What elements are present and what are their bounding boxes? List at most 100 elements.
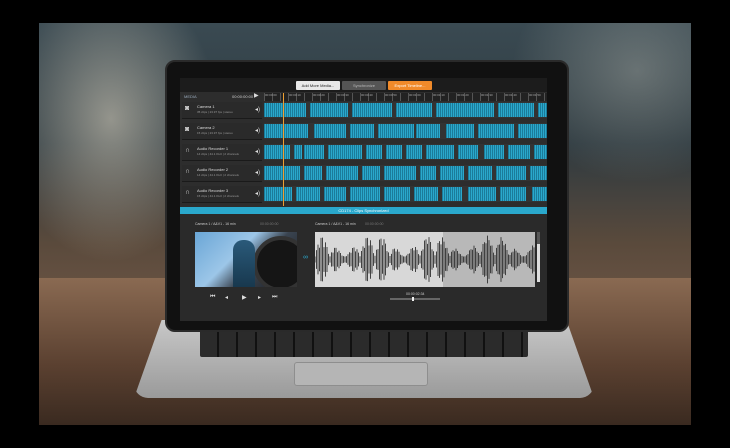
link-icon[interactable]: ∞ — [303, 254, 308, 261]
headphones-icon: ∩ — [185, 189, 191, 196]
media-header: MEDIA 00:00:00:00 ▶ — [182, 93, 260, 101]
media-clip[interactable] — [386, 145, 402, 159]
media-clip[interactable] — [350, 124, 374, 138]
media-clip[interactable] — [264, 103, 306, 117]
media-clip[interactable] — [264, 145, 290, 159]
ruler-tick-label: 00:00:00 — [265, 93, 277, 97]
media-clip[interactable] — [328, 145, 362, 159]
media-clip[interactable] — [530, 166, 547, 180]
ruler-tick-label: 00:00:30 — [337, 93, 349, 97]
volume-icon[interactable]: ◂) — [255, 169, 260, 176]
media-clip[interactable] — [304, 166, 322, 180]
media-clip[interactable] — [508, 145, 530, 159]
track-info: 35 clips | 23.97 fps | stereo — [197, 110, 233, 114]
right-viewer-timecode: 00:00:00:00 — [365, 222, 384, 226]
waveform-path — [315, 235, 535, 284]
media-clip[interactable] — [314, 124, 346, 138]
play-button-icon[interactable]: ▶ — [242, 294, 247, 301]
ruler-tick-label: 00:00:10 — [289, 93, 301, 97]
person-image — [233, 240, 255, 287]
media-clip[interactable] — [442, 187, 462, 201]
timeline-playhead[interactable] — [283, 93, 284, 206]
media-clip[interactable] — [294, 145, 302, 159]
scrub-bar[interactable] — [390, 297, 440, 301]
skip-forward-icon[interactable]: ⏭ — [272, 294, 277, 301]
track-info: 14 clips | 44.1 KHz | 2 channels — [197, 173, 239, 177]
waveform-view[interactable] — [315, 232, 535, 287]
tire-image — [253, 236, 297, 287]
track-lane[interactable] — [264, 144, 547, 160]
volume-icon[interactable]: ◂) — [255, 127, 260, 134]
timeline-ruler[interactable]: 00:00:00 00:00:10 00:00:20 00:00:30 00:00:40… — [264, 93, 547, 101]
ruler-tick-label: 00:01:20 — [457, 93, 469, 97]
scrub-handle[interactable] — [412, 297, 414, 301]
track-name: Camera 1 — [197, 104, 215, 109]
media-clip[interactable] — [518, 124, 547, 138]
sync-status-bar: CD174 - Clips Synchronized — [180, 207, 547, 214]
media-clip[interactable] — [324, 187, 346, 201]
headphones-icon: ∩ — [185, 147, 191, 154]
media-clip[interactable] — [440, 166, 464, 180]
volume-icon[interactable]: ◂) — [255, 106, 260, 113]
media-clip[interactable] — [414, 187, 438, 201]
track-header[interactable]: ∩ Audio Recorder 1 14 clips | 44.1 KHz | 2… — [182, 144, 262, 161]
track-info: 14 clips | 44.1 KHz | 2 channels — [197, 152, 239, 156]
media-clip[interactable] — [350, 187, 380, 201]
media-clip[interactable] — [384, 166, 416, 180]
export-timeline-button[interactable]: Export Timeline... — [388, 81, 432, 90]
play-icon[interactable]: ▶ — [254, 92, 259, 100]
track-header[interactable]: ◙ Camera 1 35 clips | 23.97 fps | stereo ◂) — [182, 102, 262, 119]
media-clip[interactable] — [310, 103, 348, 117]
media-clip[interactable] — [326, 166, 358, 180]
add-media-button[interactable]: Add More Media... — [296, 81, 340, 90]
track-lane[interactable] — [264, 186, 547, 202]
right-viewer-label: Camera 1 / A&V1 - 16 min — [315, 222, 356, 226]
laptop-keyboard — [200, 329, 528, 357]
media-clip[interactable] — [534, 145, 547, 159]
media-clip[interactable] — [366, 145, 382, 159]
media-clip[interactable] — [468, 166, 492, 180]
track-header[interactable]: ∩ Audio Recorder 3 15 clips | 44.1 KHz | 2… — [182, 186, 262, 203]
waveform-graphic — [315, 235, 535, 284]
media-clip[interactable] — [264, 187, 292, 201]
media-clip[interactable] — [264, 166, 300, 180]
step-forward-icon[interactable]: ▸ — [258, 294, 261, 301]
media-clip[interactable] — [484, 145, 504, 159]
media-clip[interactable] — [478, 124, 514, 138]
media-clip[interactable] — [496, 166, 526, 180]
synchronize-button[interactable]: Synchronize — [342, 81, 386, 90]
track-header[interactable]: ∩ Audio Recorder 2 14 clips | 44.1 KHz | 2… — [182, 165, 262, 182]
media-clip[interactable] — [458, 145, 478, 159]
media-clip[interactable] — [468, 187, 496, 201]
media-clip[interactable] — [446, 124, 474, 138]
media-clip[interactable] — [436, 103, 494, 117]
media-clip[interactable] — [396, 103, 432, 117]
media-clip[interactable] — [378, 124, 414, 138]
media-clip[interactable] — [304, 145, 324, 159]
media-clip[interactable] — [264, 124, 308, 138]
left-viewer-timecode: 00:00:00:00 — [260, 222, 279, 226]
media-clip[interactable] — [538, 103, 547, 117]
volume-icon[interactable]: ◂) — [255, 190, 260, 197]
skip-back-icon[interactable]: ⏮ — [210, 294, 215, 301]
media-clip[interactable] — [416, 124, 440, 138]
media-clip[interactable] — [498, 103, 534, 117]
media-clip[interactable] — [362, 166, 380, 180]
track-lane[interactable] — [264, 123, 547, 139]
media-clip[interactable] — [532, 187, 547, 201]
media-clip[interactable] — [352, 103, 392, 117]
media-clip[interactable] — [426, 145, 454, 159]
step-back-icon[interactable]: ◂ — [225, 294, 228, 301]
track-info: 15 clips | 23.97 fps | stereo — [197, 131, 233, 135]
track-header[interactable]: ◙ Camera 2 15 clips | 23.97 fps | stereo ◂) — [182, 123, 262, 140]
media-clip[interactable] — [296, 187, 320, 201]
track-lane[interactable] — [264, 165, 547, 181]
media-clip[interactable] — [384, 187, 410, 201]
video-preview[interactable] — [195, 232, 297, 287]
ruler-tick-label: 00:01:10 — [433, 93, 445, 97]
media-clip[interactable] — [420, 166, 436, 180]
volume-icon[interactable]: ◂) — [255, 148, 260, 155]
media-clip[interactable] — [406, 145, 422, 159]
media-clip[interactable] — [500, 187, 526, 201]
track-lane[interactable] — [264, 102, 547, 118]
